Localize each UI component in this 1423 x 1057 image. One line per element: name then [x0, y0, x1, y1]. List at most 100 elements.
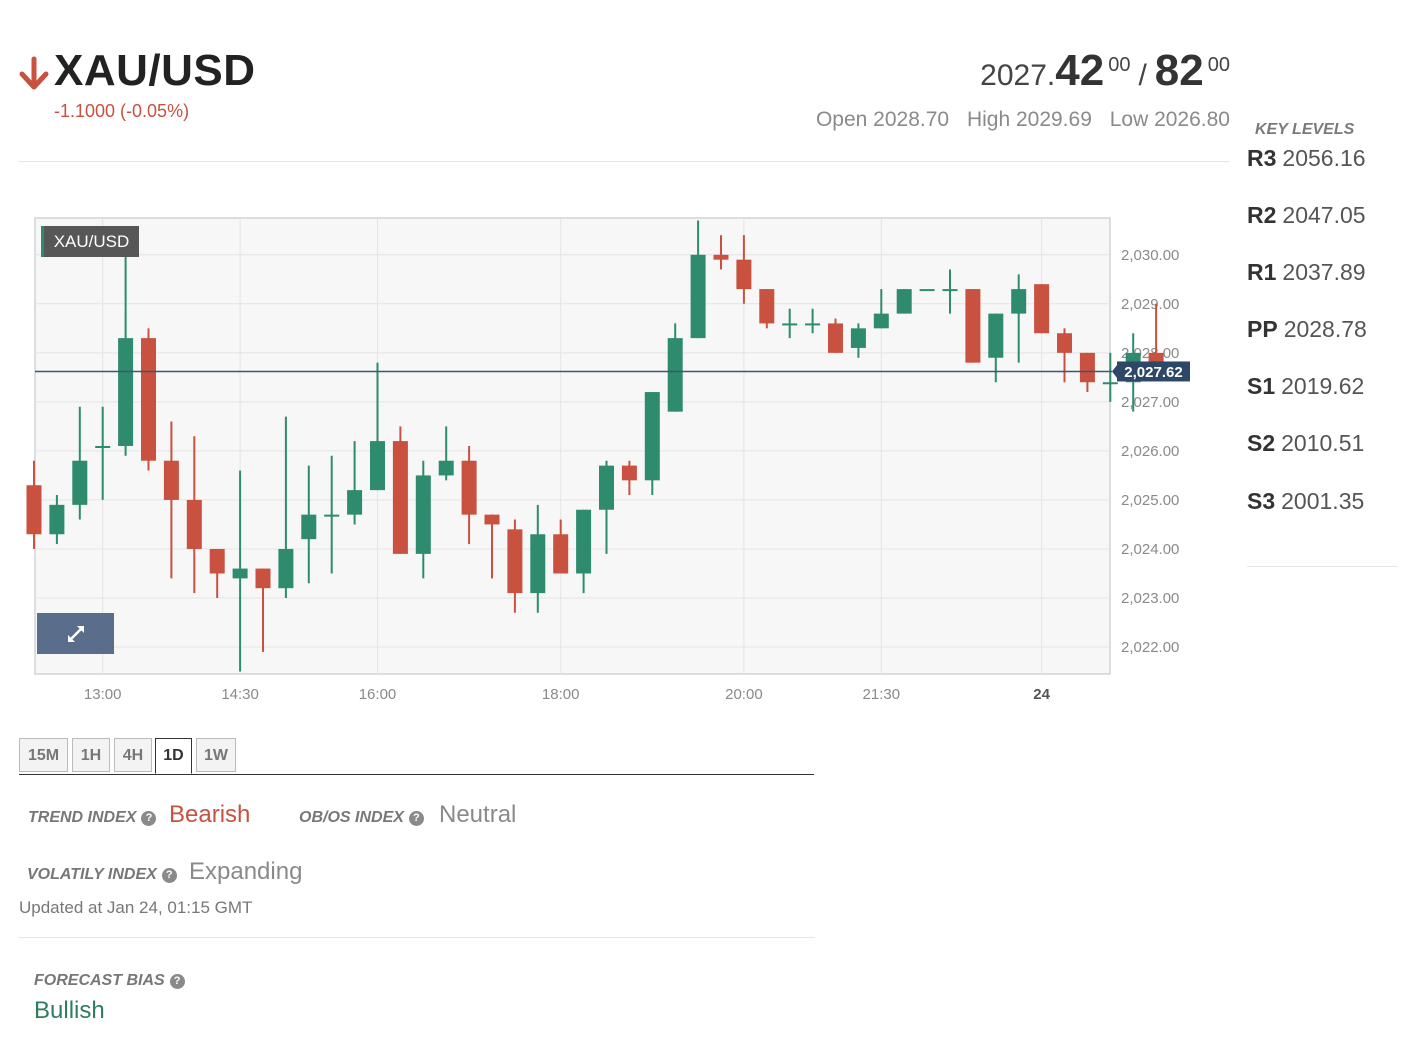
- key-level-label: S1: [1247, 373, 1276, 399]
- help-icon[interactable]: ?: [408, 811, 424, 826]
- bid-fraction: 00: [1108, 54, 1131, 76]
- candle-body: [553, 534, 569, 574]
- candle-body: [782, 323, 798, 326]
- y-tick-label: 2,029.00: [1121, 296, 1179, 313]
- candle-body: [324, 514, 340, 517]
- x-tick-label: 13:00: [84, 686, 122, 703]
- chart-symbol-label: XAU/USD: [41, 226, 139, 257]
- candle-body: [301, 514, 317, 540]
- fullscreen-button[interactable]: [37, 613, 114, 654]
- candle-body: [26, 485, 42, 535]
- candle-body: [919, 289, 935, 292]
- bid-price: 42: [1055, 46, 1105, 95]
- y-tick-label: 2,025.00: [1121, 492, 1179, 509]
- candle-body: [988, 313, 1004, 358]
- y-tick-label: 2,030.00: [1121, 247, 1179, 264]
- candle-body: [713, 254, 729, 260]
- candle-body: [530, 534, 546, 594]
- key-level-value: 2056.16: [1282, 145, 1366, 171]
- candle-body: [896, 289, 912, 314]
- tab-1h[interactable]: 1H: [72, 738, 110, 772]
- tab-1w[interactable]: 1W: [196, 738, 236, 772]
- bid-base: 2027.: [980, 59, 1056, 92]
- candle-body: [644, 392, 660, 481]
- key-levels-title: KEY LEVELS: [1255, 121, 1355, 138]
- key-level-value: 2028.78: [1283, 316, 1367, 342]
- x-tick-label: 21:30: [863, 686, 901, 703]
- candle-body: [599, 465, 614, 510]
- forecast-bias-label: FORECAST BIAS?: [34, 972, 185, 990]
- candle-body: [186, 499, 202, 549]
- ohl-stats: Open 2028.70 High 2029.69 Low 2026.80: [804, 108, 1230, 132]
- tab-1d[interactable]: 1D: [155, 738, 192, 774]
- help-icon[interactable]: ?: [161, 868, 177, 883]
- tab-4h[interactable]: 4H: [114, 738, 152, 772]
- trend-index-text: TREND INDEX: [28, 809, 137, 826]
- volatility-index-label: VOLATILY INDEX?: [27, 866, 177, 884]
- candle-body: [667, 338, 683, 412]
- help-icon[interactable]: ?: [141, 811, 157, 826]
- key-level-value: 2001.35: [1281, 488, 1365, 514]
- candle-body: [805, 323, 821, 326]
- candle-body: [232, 568, 248, 579]
- current-price-label: 2,027.62: [1124, 364, 1182, 381]
- forecast-bias-value: Bullish: [34, 997, 105, 1024]
- tab-15m[interactable]: 15M: [19, 738, 68, 772]
- obos-index-label: OB/OS INDEX?: [299, 809, 424, 827]
- x-axis: 13:00 14:30 16:00 18:00 20:00 21:30 24: [84, 686, 1051, 703]
- quote-separator: /: [1138, 59, 1147, 92]
- help-icon[interactable]: ?: [169, 974, 185, 989]
- candle-body: [118, 338, 134, 446]
- bid-ask-quote: 2027.42 00/82 00: [980, 46, 1230, 96]
- key-level-s2: S2 2010.51: [1247, 430, 1364, 457]
- trend-index-label: TREND INDEX?: [28, 809, 157, 827]
- candle-body: [461, 460, 477, 515]
- candle-body: [392, 441, 408, 554]
- candle-body: [507, 529, 523, 594]
- timeframe-tabs: 15M 1H 4H 1D 1W: [19, 738, 814, 775]
- candle-body: [1034, 284, 1050, 334]
- candle-body: [49, 504, 65, 535]
- candle-body: [1011, 289, 1027, 314]
- candle-body: [621, 465, 637, 481]
- symbol-title: XAU/USD: [54, 46, 256, 95]
- key-level-label: R2: [1247, 202, 1277, 228]
- key-level-value: 2010.51: [1281, 430, 1365, 456]
- volatility-index-value: Expanding: [189, 858, 303, 885]
- candle-body: [370, 441, 385, 491]
- y-tick-label: 2,022.00: [1121, 639, 1179, 656]
- key-level-pp: PP 2028.78: [1247, 316, 1367, 343]
- candle-body: [72, 460, 88, 505]
- candle-body: [141, 338, 156, 461]
- candle-body: [255, 568, 271, 589]
- expand-icon: [67, 625, 84, 642]
- candle-body: [1079, 352, 1095, 383]
- key-level-label: R3: [1247, 145, 1277, 171]
- down-arrow-icon: [19, 56, 49, 90]
- candle-body: [759, 289, 775, 324]
- candle-body: [828, 323, 843, 353]
- x-tick-label: 14:30: [221, 686, 259, 703]
- key-level-label: R1: [1247, 259, 1277, 285]
- candle-body: [438, 460, 454, 476]
- candlestick-chart[interactable]: 13:00 14:30 16:00 18:00 20:00 21:30 24 2,022.0…: [0, 200, 1230, 720]
- x-tick-label: 24: [1033, 686, 1050, 703]
- x-tick-label: 20:00: [725, 686, 763, 703]
- key-level-r1: R1 2037.89: [1247, 259, 1366, 286]
- y-tick-label: 2,023.00: [1121, 590, 1179, 607]
- key-level-label: S3: [1247, 488, 1276, 514]
- candle-body: [736, 259, 752, 290]
- candle-body: [1102, 382, 1118, 385]
- candle-body: [576, 509, 592, 574]
- updated-timestamp: Updated at Jan 24, 01:15 GMT: [19, 898, 253, 917]
- y-tick-label: 2,026.00: [1121, 443, 1179, 460]
- candle-body: [415, 475, 431, 554]
- key-level-label: S2: [1247, 430, 1276, 456]
- key-level-r2: R2 2047.05: [1247, 202, 1366, 229]
- forecast-bias-text: FORECAST BIAS: [34, 972, 165, 989]
- candle-body: [850, 328, 866, 348]
- y-tick-label: 2,027.00: [1121, 394, 1179, 411]
- obos-index-text: OB/OS INDEX: [299, 809, 404, 826]
- obos-index-value: Neutral: [439, 801, 517, 828]
- candle-body: [347, 490, 363, 515]
